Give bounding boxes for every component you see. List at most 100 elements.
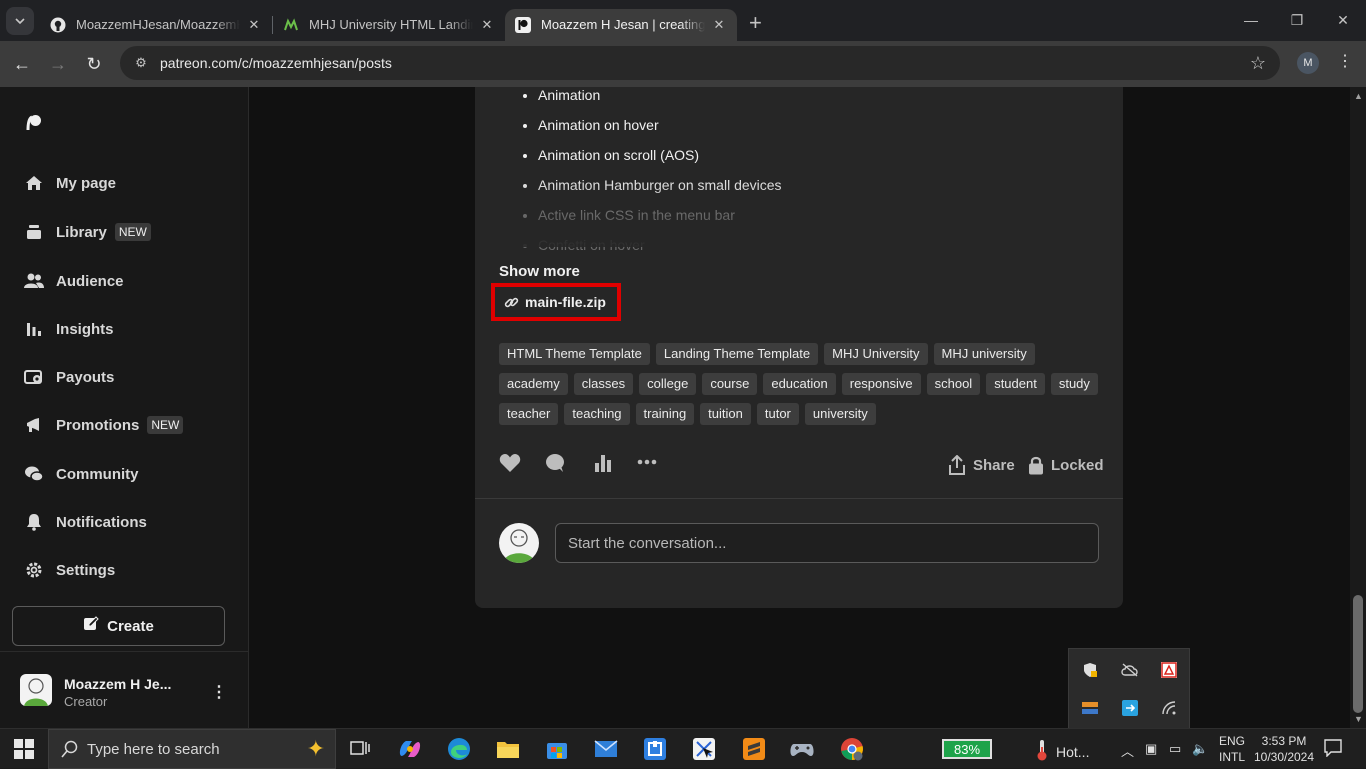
show-more-link[interactable]: Show more [499, 263, 580, 280]
security-shield-icon[interactable] [1081, 661, 1099, 679]
chevron-up-icon[interactable]: ︿ [1121, 741, 1134, 760]
meet-now-icon[interactable]: ▣ [1145, 741, 1157, 757]
locked-button[interactable]: Locked [1028, 455, 1104, 475]
gamepad-icon[interactable] [788, 735, 816, 763]
scroll-down-icon[interactable]: ▼ [1354, 714, 1363, 724]
patreon-logo-icon[interactable] [26, 114, 42, 130]
tag[interactable]: teaching [564, 403, 630, 425]
clock[interactable]: 3:53 PM 10/30/2024 [1252, 733, 1316, 765]
insights-icon[interactable] [593, 453, 613, 473]
user-footer[interactable]: Moazzem H Je... Creator ⋮ [0, 651, 248, 728]
tag[interactable]: university [804, 403, 876, 425]
scrollbar-thumb[interactable] [1353, 595, 1363, 713]
url-text[interactable]: patreon.com/c/moazzemhjesan/posts [160, 55, 392, 71]
tab-search-button[interactable] [6, 6, 34, 35]
windows-start-icon[interactable] [14, 739, 34, 759]
cloud-offline-icon[interactable] [1121, 661, 1139, 679]
page-scrollbar[interactable]: ▲ ▼ [1350, 87, 1366, 728]
sublime-text-icon[interactable] [740, 735, 768, 763]
tag[interactable]: training [635, 403, 695, 425]
tag[interactable]: responsive [841, 373, 921, 395]
sidebar-item-audience[interactable]: Audience [24, 271, 124, 291]
wireless-icon[interactable] [1160, 699, 1178, 717]
volume-icon[interactable]: 🔈 [1192, 741, 1208, 757]
sidebar-item-insights[interactable]: Insights [24, 319, 114, 339]
tab-patreon[interactable]: Moazzem H Jesan | creating web ✕ [505, 8, 737, 41]
tag[interactable]: tutor [756, 403, 799, 425]
app-icon-blue-square[interactable] [641, 735, 669, 763]
profile-avatar[interactable]: M [1297, 52, 1319, 74]
back-icon[interactable]: ← [4, 54, 40, 75]
bookmark-star-icon[interactable]: ☆ [1250, 53, 1266, 74]
tab-mhj-university[interactable]: MHJ University HTML Landing Page ✕ [273, 9, 505, 41]
list-item: Animation on scroll (AOS) [538, 145, 782, 175]
pdf-reader-icon[interactable] [1160, 661, 1178, 679]
more-horizontal-icon[interactable] [637, 459, 657, 465]
chrome-icon[interactable] [838, 735, 866, 763]
storage-app-icon[interactable] [1081, 699, 1099, 717]
tag[interactable]: teacher [499, 403, 559, 425]
sidebar-item-label: Insights [56, 320, 114, 338]
sidebar-item-community[interactable]: Community [24, 464, 139, 484]
sidebar-item-settings[interactable]: Settings [24, 560, 115, 580]
tag[interactable]: academy [499, 373, 568, 395]
file-explorer-icon[interactable] [494, 735, 522, 763]
tag[interactable]: student [986, 373, 1045, 395]
taskbar-search[interactable]: Type here to search ✦ [48, 729, 336, 769]
comment-icon[interactable] [545, 453, 565, 473]
restore-icon[interactable]: ❐ [1274, 0, 1320, 40]
battery-icon[interactable]: ▭ [1169, 741, 1181, 757]
close-icon[interactable]: ✕ [246, 17, 262, 33]
tag[interactable]: study [1050, 373, 1098, 395]
tag[interactable]: classes [573, 373, 634, 395]
scroll-up-icon[interactable]: ▲ [1354, 91, 1363, 101]
task-view-icon[interactable] [346, 735, 374, 763]
tag[interactable]: tuition [700, 403, 751, 425]
remote-app-icon[interactable] [1121, 699, 1139, 717]
attachment-link[interactable]: main-file.zip [491, 283, 621, 321]
snipping-tool-icon[interactable] [690, 735, 718, 763]
sidebar-item-payouts[interactable]: Payouts [24, 367, 114, 387]
tag[interactable]: MHJ university [933, 343, 1035, 365]
tag[interactable]: MHJ University [824, 343, 928, 365]
sidebar-item-notifications[interactable]: Notifications [24, 512, 147, 532]
heart-icon[interactable] [499, 453, 521, 473]
close-icon[interactable]: ✕ [479, 17, 495, 33]
avatar [20, 674, 52, 706]
tag[interactable]: course [702, 373, 758, 395]
mail-icon[interactable] [592, 735, 620, 763]
browser-menu-icon[interactable]: ⋮ [1337, 51, 1353, 71]
tag[interactable]: HTML Theme Template [499, 343, 650, 365]
time-text: 3:53 PM [1261, 734, 1307, 748]
omnibox[interactable]: ⚙ patreon.com/c/moazzemhjesan/posts ☆ [120, 46, 1280, 80]
tag[interactable]: school [926, 373, 981, 395]
sidebar-item-my-page[interactable]: My page [24, 173, 116, 193]
reload-icon[interactable]: ↻ [76, 54, 112, 75]
close-icon[interactable]: ✕ [711, 17, 727, 33]
create-button[interactable]: Create [12, 606, 225, 646]
sidebar-item-library[interactable]: Library NEW [24, 222, 151, 242]
notification-center-icon[interactable] [1324, 739, 1342, 762]
list-item: Animation Hamburger on small devices [538, 175, 782, 205]
new-tab-button[interactable]: + [749, 10, 762, 36]
forward-icon[interactable]: → [40, 54, 76, 75]
more-vertical-icon[interactable]: ⋮ [211, 682, 227, 702]
microsoft-store-icon[interactable] [543, 735, 571, 763]
minimize-icon[interactable]: — [1228, 0, 1274, 40]
copilot-icon[interactable] [396, 735, 424, 763]
battery-indicator[interactable]: 83% [942, 739, 992, 759]
comment-input[interactable]: Start the conversation... [555, 523, 1099, 563]
site-settings-icon[interactable]: ⚙ [126, 55, 156, 71]
weather-widget[interactable]: Hot... [1036, 739, 1089, 764]
sidebar-item-promotions[interactable]: Promotions NEW [24, 415, 184, 435]
feature-list: Animation Animation on hover Animation o… [538, 87, 782, 265]
tag[interactable]: Landing Theme Template [655, 343, 819, 365]
edge-browser-icon[interactable] [445, 735, 473, 763]
tab-github[interactable]: MoazzemHJesan/MoazzemHJesan ✕ [40, 9, 272, 41]
tag[interactable]: education [763, 373, 836, 395]
input-language[interactable]: ENG INTL [1219, 733, 1245, 765]
close-window-icon[interactable]: ✕ [1320, 0, 1366, 40]
sidebar-item-label: Audience [56, 272, 124, 290]
share-button[interactable]: Share [948, 455, 1015, 475]
tag[interactable]: college [639, 373, 697, 395]
